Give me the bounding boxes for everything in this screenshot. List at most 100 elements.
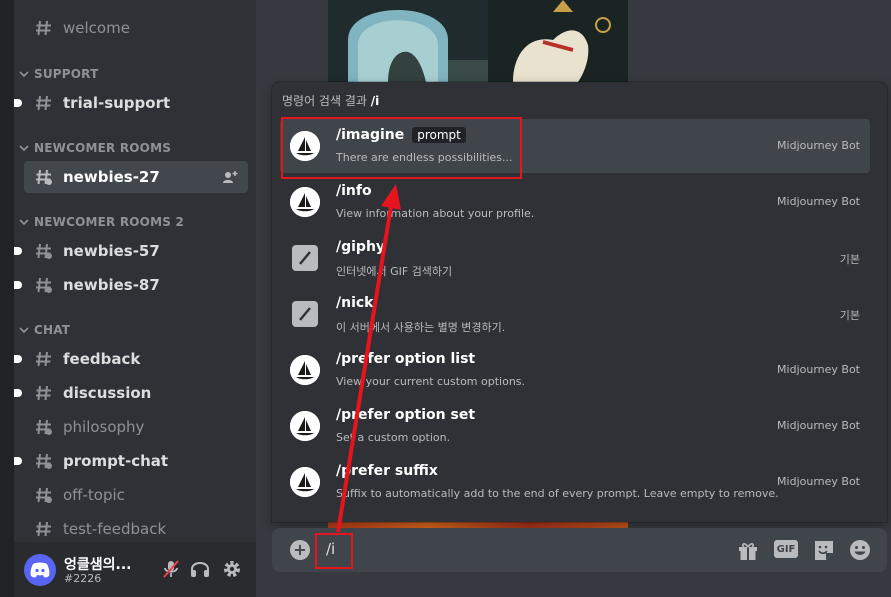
channel-newbies-87[interactable]: newbies-87 bbox=[14, 269, 248, 301]
command-label: /prefer option list bbox=[336, 351, 476, 367]
command-description: View your current custom options. bbox=[336, 375, 526, 388]
channel-sidebar: welcome SUPPORT trial-support NEWCOMER R… bbox=[14, 0, 256, 597]
command-nick[interactable]: /nick 이 서버에서 사용하는 별명 변경하기. 기본 bbox=[280, 287, 870, 341]
midjourney-boat-icon bbox=[290, 187, 320, 217]
command-source: Midjourney Bot bbox=[777, 363, 860, 376]
channel-off-topic[interactable]: off-topic bbox=[24, 479, 248, 511]
text-channel-icon bbox=[36, 351, 51, 367]
command-source: Midjourney Bot bbox=[777, 195, 860, 208]
microphone-muted-icon[interactable] bbox=[160, 558, 182, 580]
command-description: Suffix to automatically add to the end o… bbox=[336, 487, 779, 500]
generated-image[interactable] bbox=[328, 0, 628, 82]
sticker-icon[interactable] bbox=[812, 539, 836, 561]
add-member-icon[interactable] bbox=[222, 169, 238, 185]
command-source: Midjourney Bot bbox=[777, 475, 860, 488]
channel-name: prompt-chat bbox=[63, 452, 169, 470]
text-channel-icon bbox=[36, 20, 51, 36]
gif-button[interactable]: GIF bbox=[774, 540, 798, 558]
text-channel-icon bbox=[36, 385, 51, 401]
text-channel-icon bbox=[36, 95, 51, 111]
command-info[interactable]: /info View information about your profil… bbox=[280, 175, 870, 229]
command-title: /info bbox=[336, 183, 372, 199]
dog-painting-image bbox=[328, 0, 628, 82]
category-label: SUPPORT bbox=[34, 67, 99, 81]
unread-indicator bbox=[14, 281, 22, 289]
input-highlight-box bbox=[315, 533, 353, 569]
add-attachment-button[interactable]: + bbox=[290, 540, 310, 560]
user-panel: 엉클샘의... #2226 bbox=[14, 542, 256, 597]
thread-channel-icon bbox=[36, 453, 52, 469]
thread-channel-icon bbox=[36, 243, 52, 259]
avatar[interactable] bbox=[24, 554, 56, 586]
unread-indicator bbox=[14, 355, 22, 363]
midjourney-boat-icon bbox=[290, 467, 320, 497]
command-label: /nick bbox=[336, 295, 374, 311]
category-label: NEWCOMER ROOMS bbox=[34, 141, 172, 155]
channel-name: test-feedback bbox=[63, 520, 167, 538]
text-channel-icon bbox=[36, 521, 51, 537]
command-title: /prefer option set bbox=[336, 407, 475, 423]
category-label: CHAT bbox=[34, 323, 71, 337]
channel-test-feedback[interactable]: test-feedback bbox=[24, 513, 248, 545]
message-input-bar: + /i GIF bbox=[272, 528, 887, 572]
channel-philosophy[interactable]: philosophy bbox=[24, 411, 248, 443]
command-title: /prefer suffix bbox=[336, 463, 438, 479]
thread-channel-icon bbox=[36, 169, 52, 185]
command-description: 이 서버에서 사용하는 별명 변경하기. bbox=[336, 321, 506, 334]
channel-trial-support[interactable]: trial-support bbox=[14, 87, 248, 119]
category-chat[interactable]: CHAT bbox=[18, 323, 70, 337]
channel-name: off-topic bbox=[63, 486, 125, 504]
command-prefer-option-set[interactable]: /prefer option set Set a custom option. … bbox=[280, 399, 870, 453]
category-newcomer-rooms[interactable]: NEWCOMER ROOMS bbox=[18, 141, 171, 155]
command-description: View information about your profile. bbox=[336, 207, 535, 220]
channel-name: trial-support bbox=[63, 94, 171, 112]
chevron-down-icon bbox=[19, 145, 29, 152]
command-prefer-suffix[interactable]: /prefer suffix Suffix to automatically a… bbox=[280, 455, 870, 509]
chevron-down-icon bbox=[19, 71, 29, 78]
command-source: Midjourney Bot bbox=[777, 139, 860, 152]
command-description: Set a custom option. bbox=[336, 431, 451, 444]
command-label: /info bbox=[336, 183, 372, 199]
channel-name: philosophy bbox=[63, 418, 145, 436]
command-source: 기본 bbox=[839, 253, 860, 266]
unread-indicator bbox=[14, 457, 22, 465]
channel-feedback[interactable]: feedback bbox=[14, 343, 248, 375]
chevron-down-icon bbox=[19, 327, 29, 334]
channel-name: newbies-57 bbox=[63, 242, 160, 260]
channel-welcome[interactable]: welcome bbox=[24, 12, 248, 44]
channel-name: discussion bbox=[63, 384, 152, 402]
category-label: NEWCOMER ROOMS 2 bbox=[34, 215, 184, 229]
channel-name: welcome bbox=[63, 19, 130, 37]
server-list bbox=[0, 0, 14, 597]
midjourney-boat-icon bbox=[290, 355, 320, 385]
category-newcomer-rooms-2[interactable]: NEWCOMER ROOMS 2 bbox=[18, 215, 184, 229]
autocomplete-header: 명령어 검색 결과 /i bbox=[282, 92, 379, 109]
unread-indicator bbox=[14, 247, 22, 255]
headphones-icon[interactable] bbox=[189, 558, 211, 580]
autocomplete-query: /i bbox=[370, 94, 380, 108]
command-giphy[interactable]: /giphy 인터넷에서 GIF 검색하기 기본 bbox=[280, 231, 870, 285]
slash-command-icon bbox=[292, 301, 318, 327]
channel-newbies-57[interactable]: newbies-57 bbox=[14, 235, 248, 267]
channel-newbies-27[interactable]: newbies-27 bbox=[24, 161, 248, 193]
chevron-down-icon bbox=[19, 219, 29, 226]
gear-icon[interactable] bbox=[221, 558, 243, 580]
unread-indicator bbox=[14, 389, 22, 397]
command-description: 인터넷에서 GIF 검색하기 bbox=[336, 265, 453, 278]
emoji-icon[interactable] bbox=[848, 539, 872, 561]
gift-icon[interactable] bbox=[736, 539, 760, 561]
channel-prompt-chat[interactable]: prompt-chat bbox=[14, 445, 248, 477]
command-source: Midjourney Bot bbox=[777, 419, 860, 432]
unread-indicator bbox=[14, 99, 22, 107]
command-prefer-option-list[interactable]: /prefer option list View your current cu… bbox=[280, 343, 870, 397]
command-label: /prefer suffix bbox=[336, 463, 438, 479]
midjourney-boat-icon bbox=[290, 411, 320, 441]
thread-channel-icon bbox=[36, 277, 52, 293]
slash-command-icon bbox=[292, 245, 318, 271]
imagine-highlight-box bbox=[281, 117, 522, 179]
username: 엉클샘의... bbox=[64, 557, 132, 573]
channel-discussion[interactable]: discussion bbox=[14, 377, 248, 409]
thread-channel-icon bbox=[36, 487, 52, 503]
category-support[interactable]: SUPPORT bbox=[18, 67, 98, 81]
command-title: /prefer option list bbox=[336, 351, 475, 367]
